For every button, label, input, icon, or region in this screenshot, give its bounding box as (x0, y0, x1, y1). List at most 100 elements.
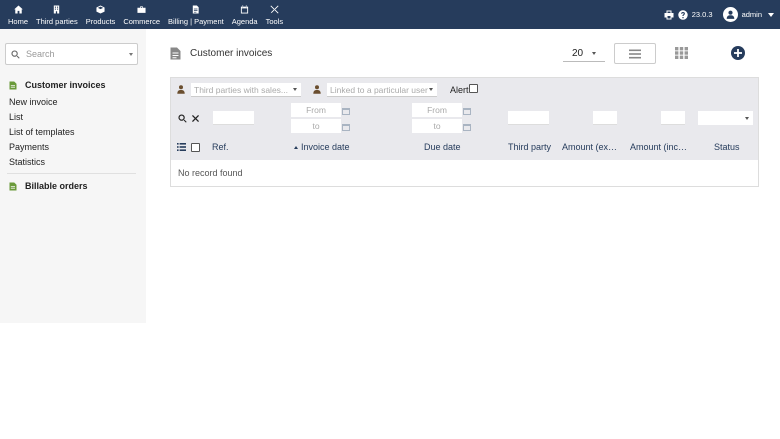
username-label[interactable]: admin (742, 10, 762, 19)
user-icon (726, 10, 734, 19)
sidebar-search-input[interactable]: Search (5, 43, 138, 65)
top-menu-label: Products (85, 17, 116, 26)
page-title: Customer invoices (190, 48, 273, 59)
column-header-invoice-date[interactable]: Invoice date (294, 142, 384, 152)
top-menu-label: Third parties (36, 17, 78, 26)
due-date-from-input[interactable]: From (412, 103, 462, 117)
due-date-to-input[interactable]: to (412, 119, 462, 133)
calendar-icon[interactable] (342, 107, 350, 115)
add-invoice-button[interactable] (731, 46, 745, 60)
select-columns-icon[interactable] (177, 143, 186, 151)
close-icon (192, 115, 199, 122)
select-all-checkbox[interactable] (191, 143, 200, 152)
calendar-icon[interactable] (463, 107, 471, 115)
date-to-label: to (433, 121, 441, 131)
sidebar-section-billable-orders[interactable]: Billable orders (9, 181, 88, 191)
search-icon (178, 114, 187, 123)
invoice-module-icon (9, 81, 17, 89)
sidebar-section-customer-invoices[interactable]: Customer invoices (9, 80, 106, 90)
top-menu-label: Agenda (231, 17, 258, 26)
top-menu-label: Commerce (123, 17, 160, 26)
amount-excl-filter-input[interactable] (593, 111, 617, 125)
building-icon (54, 5, 60, 14)
column-header-amount-excl[interactable]: Amount (excl. tax) (562, 142, 618, 152)
top-menu-tools[interactable]: Tools (262, 0, 288, 29)
date-from-label: From (427, 105, 447, 115)
chevron-down-icon (745, 116, 749, 120)
top-menu: Home Third parties Products Commerce Bil… (4, 0, 287, 29)
top-right-tools: 23.0.3 admin (664, 0, 774, 29)
calendar-icon[interactable] (342, 123, 350, 131)
invoice-title-icon (170, 47, 181, 60)
chevron-down-icon[interactable] (768, 12, 774, 17)
search-filter-button[interactable] (178, 114, 187, 123)
user-avatar[interactable] (722, 7, 738, 22)
ref-filter-input[interactable] (213, 111, 254, 125)
left-sidebar: Search Customer invoices New invoice Lis… (0, 29, 146, 323)
cube-icon (96, 5, 105, 14)
sales-rep-placeholder: Third parties with sales... (194, 84, 289, 95)
sidebar-section-title: Customer invoices (25, 80, 106, 90)
top-navigation-bar: Home Third parties Products Commerce Bil… (0, 0, 780, 29)
column-header-amount-incl[interactable]: Amount (inc. tax) (630, 142, 688, 152)
sidebar-link-list[interactable]: List (9, 112, 23, 122)
column-header-third-party[interactable]: Third party (508, 142, 558, 152)
view-list-button[interactable] (614, 43, 656, 64)
top-menu-commerce[interactable]: Commerce (119, 0, 164, 29)
top-menu-billing-payment[interactable]: Billing | Payment (164, 0, 228, 29)
chevron-down-icon (429, 88, 433, 91)
top-menu-label: Tools (265, 17, 284, 26)
sidebar-section-title: Billable orders (25, 181, 88, 191)
help-icon[interactable] (677, 9, 688, 20)
clear-filter-button[interactable] (192, 114, 200, 123)
sidebar-link-statistics[interactable]: Statistics (9, 157, 45, 167)
sort-ascending-icon (294, 146, 298, 149)
sidebar-link-list-of-templates[interactable]: List of templates (9, 127, 75, 137)
invoice-date-from-input[interactable]: From (291, 103, 341, 117)
third-party-filter-input[interactable] (508, 111, 549, 125)
version-label: 23.0.3 (691, 10, 713, 19)
invoice-icon (193, 5, 200, 14)
top-menu-label: Billing | Payment (168, 17, 224, 26)
chevron-down-icon (293, 88, 297, 91)
page-size-value: 20 (571, 47, 584, 59)
filter-area: Third parties with sales... Linked to a … (171, 78, 758, 160)
column-header-status[interactable]: Status (714, 142, 754, 152)
invoice-date-to-input[interactable]: to (291, 119, 341, 133)
top-menu-home[interactable]: Home (4, 0, 32, 29)
user-icon (313, 85, 321, 94)
column-header-label: Invoice date (301, 142, 350, 152)
amount-incl-filter-input[interactable] (661, 111, 685, 125)
print-icon[interactable] (664, 10, 674, 20)
chevron-down-icon[interactable] (129, 52, 133, 56)
top-menu-agenda[interactable]: Agenda (228, 0, 262, 29)
home-icon (13, 5, 23, 14)
top-menu-products[interactable]: Products (82, 0, 120, 29)
linked-user-filter-select[interactable]: Linked to a particular user (327, 83, 437, 97)
plus-icon (734, 49, 742, 57)
date-from-label: From (306, 105, 326, 115)
top-menu-third-parties[interactable]: Third parties (32, 0, 82, 29)
sales-rep-filter-select[interactable]: Third parties with sales... (191, 83, 301, 97)
alert-filter-checkbox[interactable] (469, 84, 478, 93)
sidebar-divider (7, 173, 136, 174)
briefcase-icon (137, 6, 146, 13)
list-icon (629, 49, 641, 58)
column-header-due-date[interactable]: Due date (424, 142, 494, 152)
search-icon (11, 49, 20, 59)
sidebar-link-new-invoice[interactable]: New invoice (9, 97, 58, 107)
page-size-select[interactable]: 20 (563, 45, 605, 62)
chevron-down-icon (592, 51, 597, 55)
linked-user-placeholder: Linked to a particular user (330, 84, 428, 95)
user-icon (177, 85, 185, 94)
status-filter-select[interactable] (698, 111, 753, 125)
date-to-label: to (312, 121, 320, 131)
sidebar-search-placeholder: Search (26, 49, 55, 59)
tools-icon (270, 5, 279, 14)
invoice-module-icon (9, 182, 17, 190)
column-header-ref[interactable]: Ref. (212, 142, 272, 152)
calendar-icon (241, 5, 249, 14)
calendar-icon[interactable] (463, 123, 471, 131)
sidebar-link-payments[interactable]: Payments (9, 142, 49, 152)
view-kanban-button[interactable] (675, 47, 688, 59)
